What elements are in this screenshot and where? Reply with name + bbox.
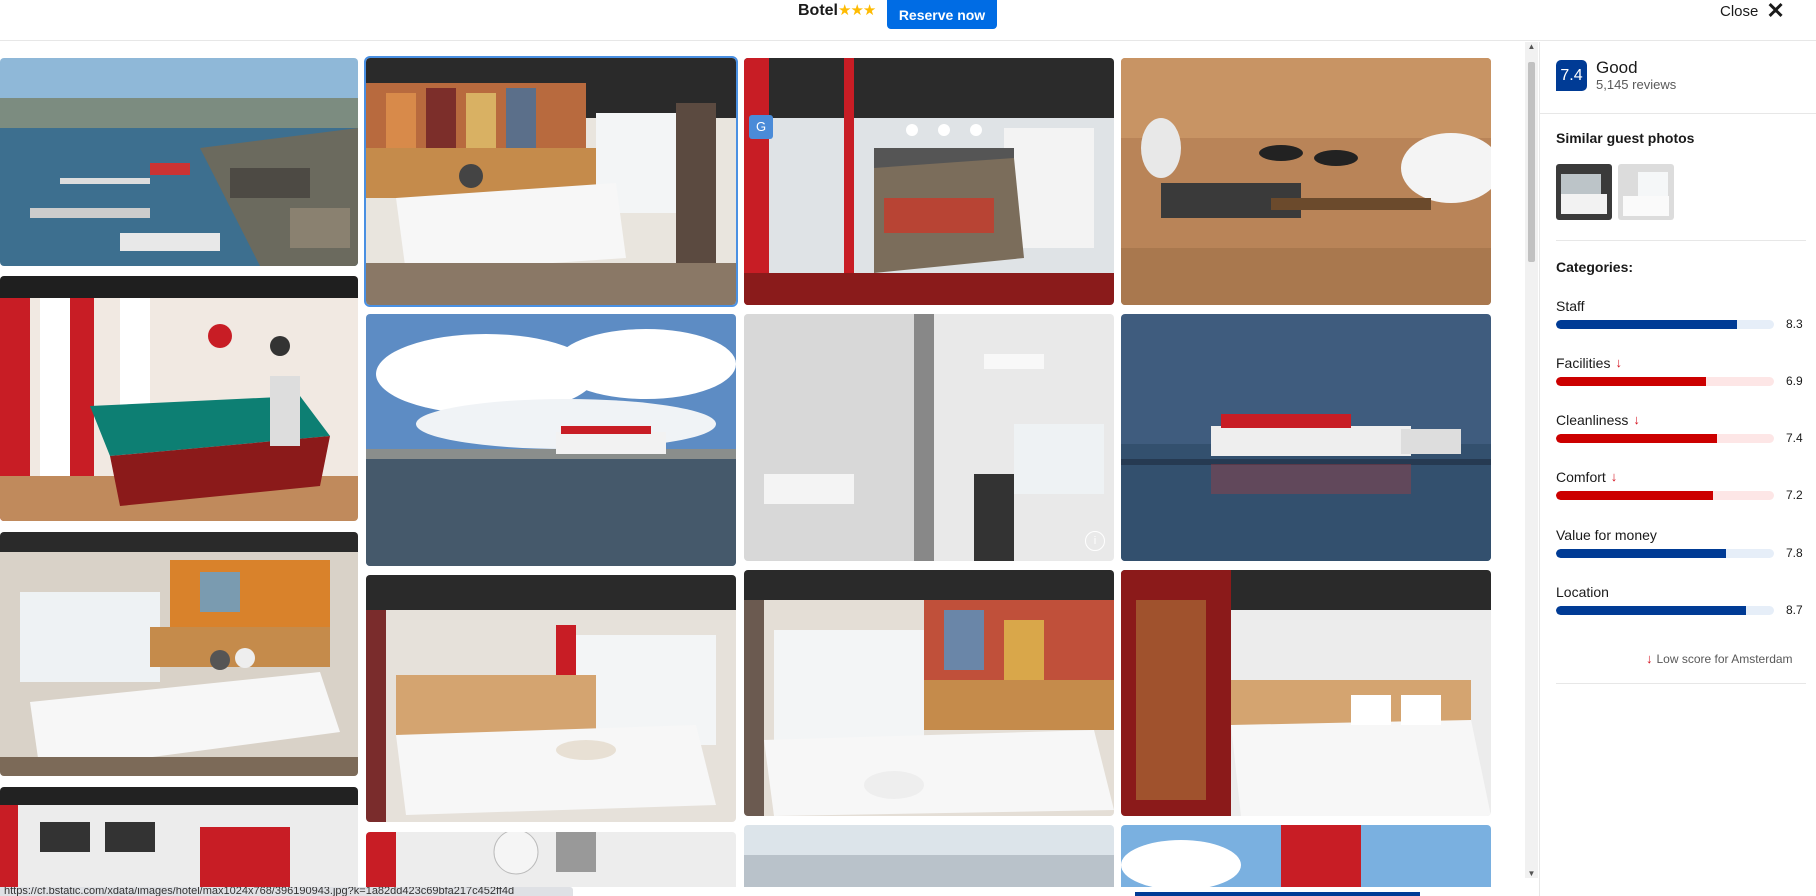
score-bar-track: [1556, 605, 1774, 615]
gallery-photo-lounge-lamp[interactable]: [366, 832, 736, 887]
category-score: 8.3: [1786, 317, 1803, 331]
review-panel: 7.4 Good 5,145 reviews Similar guest pho…: [1539, 42, 1816, 896]
category-location: Location 8.7: [1556, 582, 1806, 617]
status-url: https://cf.bstatic.com/xdata/images/hote…: [0, 887, 573, 896]
review-score-word: Good: [1596, 58, 1638, 77]
scroll-thumb[interactable]: [1528, 62, 1535, 262]
similar-photo-thumb[interactable]: [1556, 164, 1612, 220]
gallery-photo-red-hull[interactable]: [1121, 825, 1491, 887]
category-label: Comfort ↓: [1556, 467, 1806, 486]
category-bar-row: 6.9: [1556, 374, 1806, 388]
category-score: 7.2: [1786, 488, 1803, 502]
score-bar-track: [1556, 490, 1774, 500]
close-button[interactable]: Close ✕: [1720, 0, 1785, 22]
close-label: Close: [1720, 2, 1759, 20]
category-value-for-money: Value for money 7.8: [1556, 525, 1806, 560]
arrow-down-icon: ↓: [1615, 355, 1622, 370]
category-bar-row: 8.7: [1556, 603, 1806, 617]
similar-photo-thumb[interactable]: [1618, 164, 1674, 220]
category-label-text: Value for money: [1556, 526, 1657, 543]
divider: [1556, 683, 1806, 684]
score-bar-fill: [1556, 376, 1707, 386]
scroll-down-icon[interactable]: ▼: [1525, 869, 1538, 878]
arrow-down-icon: ↓: [1646, 651, 1653, 666]
category-bar-row: 7.4: [1556, 431, 1806, 445]
category-score: 7.8: [1786, 546, 1803, 560]
reserve-now-button[interactable]: Reserve now: [887, 0, 997, 29]
status-strip: [1135, 892, 1420, 896]
gallery-photo-room-autumn-mural[interactable]: [0, 532, 358, 776]
category-label: Facilities ↓: [1556, 353, 1806, 372]
gallery-photo-bathroom-bunk[interactable]: i: [744, 314, 1114, 561]
similar-photos-title: Similar guest photos: [1556, 130, 1695, 146]
score-bar-track: [1556, 433, 1774, 443]
category-staff: Staff 8.3: [1556, 296, 1806, 331]
review-count[interactable]: 5,145 reviews: [1596, 77, 1676, 92]
score-bar-fill: [1556, 490, 1713, 500]
category-bar-row: 8.3: [1556, 317, 1806, 331]
gallery-photo-reception-desk[interactable]: G: [744, 58, 1114, 305]
score-bar-track: [1556, 319, 1774, 329]
low-score-note: ↓ Low score for Amsterdam: [1646, 651, 1793, 666]
category-bar-row: 7.2: [1556, 488, 1806, 502]
star-rating: ★★★: [838, 2, 876, 19]
score-bar-track: [1556, 376, 1774, 386]
divider: [1540, 113, 1816, 114]
category-cleanliness: Cleanliness ↓ 7.4: [1556, 410, 1806, 445]
info-icon[interactable]: i: [1085, 531, 1105, 551]
category-label-text: Staff: [1556, 297, 1585, 314]
gallery-photo-twin-room[interactable]: [366, 575, 736, 822]
score-bar-fill: [1556, 548, 1727, 558]
category-comfort: Comfort ↓ 7.2: [1556, 467, 1806, 502]
category-label: Location: [1556, 582, 1806, 601]
category-facilities: Facilities ↓ 6.9: [1556, 353, 1806, 388]
translate-icon[interactable]: G: [749, 115, 773, 139]
gallery-photo-room-red-closet[interactable]: [1121, 570, 1491, 816]
close-icon: ✕: [1766, 0, 1785, 23]
scroll-up-icon[interactable]: ▲: [1525, 42, 1538, 51]
category-label: Staff: [1556, 296, 1806, 315]
category-bar-row: 7.8: [1556, 546, 1806, 560]
review-score-badge: 7.4: [1556, 60, 1587, 91]
category-score: 8.7: [1786, 603, 1803, 617]
gallery-photo-botel-from-water[interactable]: [366, 314, 736, 566]
gallery-photo-wooden-cabin-room[interactable]: [1121, 58, 1491, 305]
score-bar-track: [1556, 548, 1774, 558]
gallery-photo-room-mural-towels[interactable]: [744, 570, 1114, 816]
category-score: 7.4: [1786, 431, 1803, 445]
gallery-photo-harbor-aerial[interactable]: [0, 58, 358, 266]
score-bar-fill: [1556, 605, 1746, 615]
gallery-photo-room-canal-mural[interactable]: [364, 56, 738, 307]
gallery-scrollbar[interactable]: ▲ ▼: [1525, 42, 1538, 878]
category-label-text: Facilities: [1556, 354, 1611, 371]
categories-title: Categories:: [1556, 259, 1634, 275]
category-label: Cleanliness ↓: [1556, 410, 1806, 429]
divider: [1556, 240, 1806, 241]
photo-gallery: G i: [0, 42, 1525, 887]
category-label: Value for money: [1556, 525, 1806, 544]
score-bar-fill: [1556, 319, 1737, 329]
score-bar-fill: [1556, 433, 1718, 443]
gallery-photo-room-red-tvs[interactable]: [0, 787, 358, 887]
category-label-text: Cleanliness: [1556, 411, 1629, 428]
hotel-name: Botel: [798, 2, 838, 19]
gallery-photo-pool-table[interactable]: [0, 276, 358, 521]
top-bar: Botel ★★★ Reserve now Close ✕: [0, 0, 1816, 41]
gallery-photo-city-view[interactable]: [744, 825, 1114, 887]
category-label-text: Location: [1556, 583, 1609, 600]
low-score-text: Low score for Amsterdam: [1656, 651, 1793, 666]
arrow-down-icon: ↓: [1610, 469, 1618, 484]
category-score: 6.9: [1786, 374, 1803, 388]
arrow-down-icon: ↓: [1633, 412, 1640, 427]
category-label-text: Comfort: [1556, 468, 1606, 485]
gallery-photo-botel-dusk[interactable]: [1121, 314, 1491, 561]
